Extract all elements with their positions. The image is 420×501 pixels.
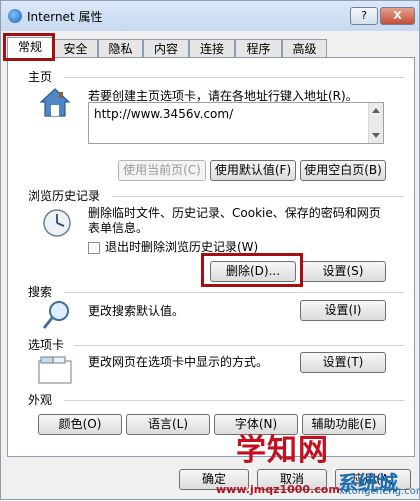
title-bar: Internet 属性 ? X — [1, 1, 419, 31]
use-current-page-button[interactable]: 使用当前页(C) — [118, 160, 206, 181]
highlight-delete-button — [201, 253, 303, 287]
divider — [64, 292, 404, 293]
homepage-url-field[interactable]: http://www.3456v.com/ — [88, 102, 384, 144]
appearance-label: 外观 — [28, 393, 53, 407]
history-label: 浏览历史记录 — [28, 189, 101, 203]
tabs-description: 更改网页在选项卡中显示的方式。 — [88, 355, 269, 369]
internet-options-dialog: Internet 属性 ? X 常规 安全 隐私 内容 连接 程序 高级 主页 … — [0, 0, 420, 500]
tab-connections[interactable]: 连接 — [189, 39, 235, 57]
tabs-label: 选项卡 — [28, 338, 65, 352]
watermark-sub: www.jmqz1000.com — [216, 483, 340, 496]
window-title: Internet 属性 — [27, 10, 103, 24]
help-button[interactable]: ? — [350, 7, 378, 25]
tab-programs[interactable]: 程序 — [235, 39, 282, 57]
delete-on-exit-checkbox[interactable] — [88, 242, 100, 254]
divider — [112, 196, 404, 197]
home-icon — [39, 88, 71, 117]
divider — [74, 345, 404, 346]
search-description: 更改搜索默认值。 — [88, 304, 185, 318]
languages-button[interactable]: 语言(L) — [126, 414, 210, 435]
watermark-brand-sub: xitongcheng.com — [339, 486, 420, 497]
tab-security[interactable]: 安全 — [53, 39, 98, 57]
general-panel: 主页 若要创建主页选项卡，请在各地址行键入地址(R)。 http://www.3… — [7, 57, 415, 457]
watermark-main: 学知网 — [236, 433, 329, 468]
history-description-line2: 表单信息。 — [88, 221, 149, 235]
scroll-down-arrow-icon[interactable] — [372, 133, 380, 138]
history-settings-button[interactable]: 设置(S) — [300, 261, 386, 282]
scroll-up-arrow-icon[interactable] — [372, 108, 380, 113]
search-settings-button[interactable]: 设置(I) — [300, 300, 386, 321]
tab-content[interactable]: 内容 — [143, 39, 189, 57]
colors-button[interactable]: 颜色(O) — [38, 414, 122, 435]
divider — [64, 400, 404, 401]
tabs-icon — [38, 356, 72, 384]
url-scrollbar[interactable] — [368, 103, 383, 143]
use-default-button[interactable]: 使用默认值(F) — [210, 160, 296, 181]
search-icon — [42, 301, 69, 329]
tab-privacy[interactable]: 隐私 — [98, 39, 143, 57]
history-icon — [43, 209, 71, 237]
use-blank-page-button[interactable]: 使用空白页(B) — [300, 160, 386, 181]
tab-advanced[interactable]: 高级 — [282, 39, 327, 57]
highlight-general-tab — [3, 33, 55, 61]
internet-explorer-icon — [8, 9, 22, 23]
search-label: 搜索 — [28, 285, 53, 299]
homepage-label: 主页 — [28, 70, 53, 84]
close-button[interactable]: X — [380, 7, 415, 25]
homepage-url-text: http://www.3456v.com/ — [94, 107, 234, 121]
divider — [64, 77, 404, 78]
tabs-settings-button[interactable]: 设置(T) — [300, 352, 386, 373]
